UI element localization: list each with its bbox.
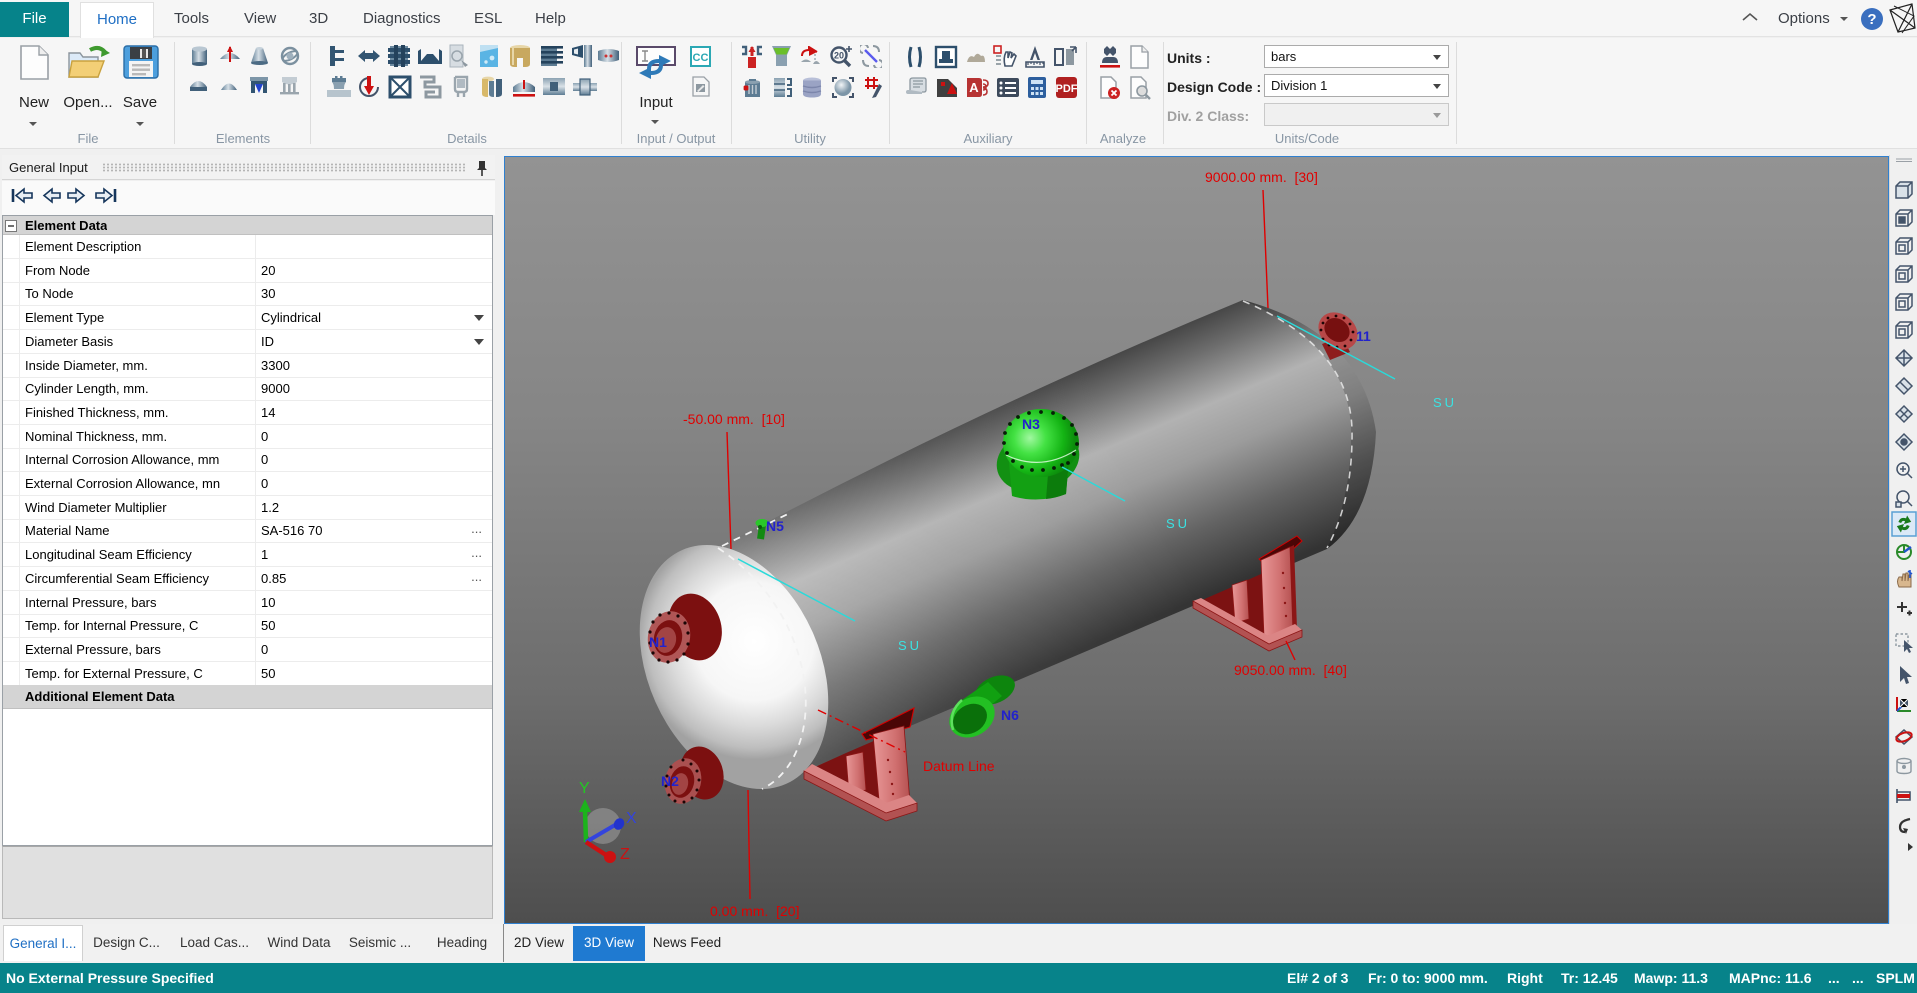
- svg-text:X: X: [626, 810, 637, 827]
- svg-text:PDF: PDF: [1056, 83, 1078, 95]
- svg-text:SU: SU: [898, 638, 922, 653]
- svg-text:Y: Y: [579, 780, 590, 797]
- svg-text:N2: N2: [661, 773, 679, 789]
- svg-text:N6: N6: [1001, 707, 1019, 723]
- svg-text:0.00 mm. [20]: 0.00 mm. [20]: [710, 903, 799, 919]
- svg-text:CC: CC: [693, 52, 709, 64]
- svg-text:9050.00 mm. [40]: 9050.00 mm. [40]: [1234, 662, 1347, 678]
- svg-text:-50.00 mm. [10]: -50.00 mm. [10]: [683, 411, 785, 427]
- svg-text:?: ?: [1867, 11, 1876, 28]
- svg-text:Datum Line: Datum Line: [923, 758, 995, 774]
- svg-text:SU: SU: [1166, 516, 1190, 531]
- svg-text:Z: Z: [620, 846, 630, 863]
- svg-text:11: 11: [1356, 328, 1371, 344]
- svg-text:N1: N1: [649, 634, 667, 650]
- svg-text:SU: SU: [1433, 395, 1457, 410]
- svg-text:9000.00 mm. [30]: 9000.00 mm. [30]: [1205, 169, 1318, 185]
- svg-text:N5: N5: [766, 518, 784, 534]
- svg-text:N3: N3: [1022, 416, 1040, 432]
- svg-text:A: A: [969, 80, 979, 95]
- svg-text:20: 20: [834, 51, 844, 61]
